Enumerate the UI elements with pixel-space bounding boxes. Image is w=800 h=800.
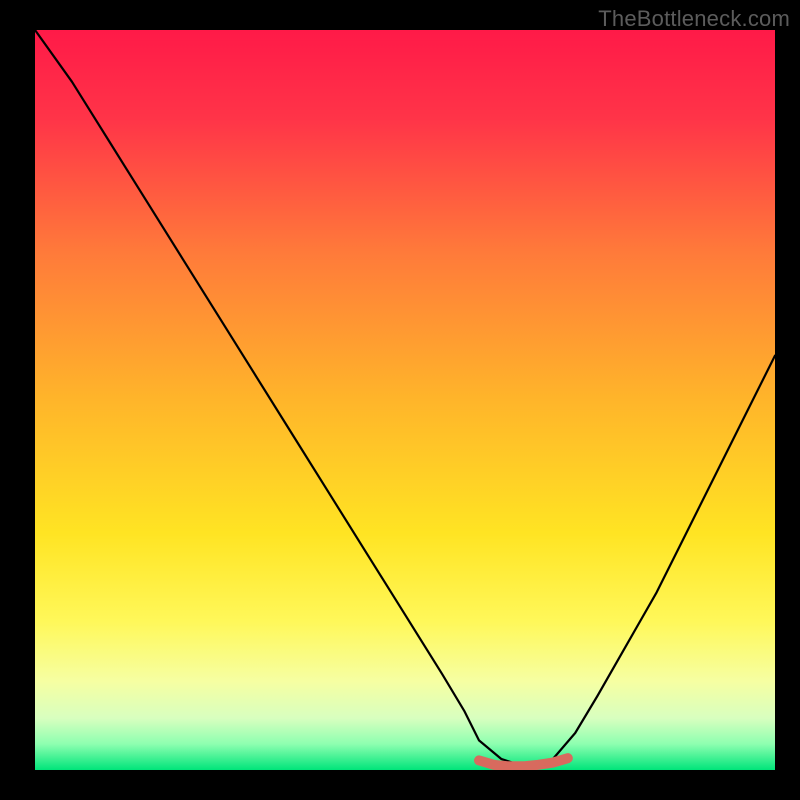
bottleneck-chart: [0, 0, 800, 800]
watermark-text: TheBottleneck.com: [598, 6, 790, 32]
plot-background: [35, 30, 775, 770]
chart-frame: TheBottleneck.com: [0, 0, 800, 800]
